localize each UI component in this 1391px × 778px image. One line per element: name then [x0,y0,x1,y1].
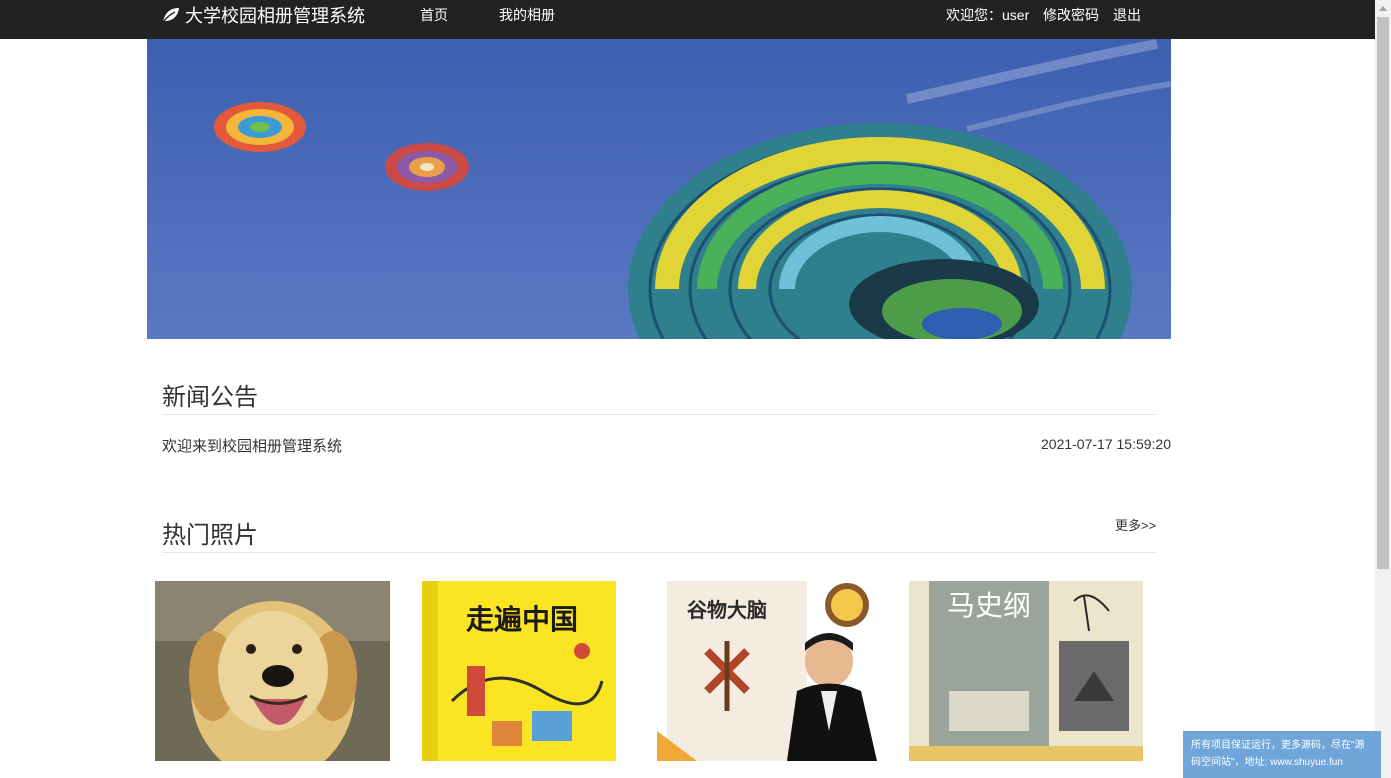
photo-book-2[interactable]: 谷物大脑 [657,581,885,761]
book-1-title: 走遍中国 [466,603,578,636]
hot-photos-section-title: 热门照片 [162,521,258,549]
photo-book-1[interactable]: 走遍中国 [422,581,616,761]
photo-dog[interactable] [155,581,390,761]
scroll-thumb[interactable] [1377,17,1389,569]
book-2-title: 谷物大脑 [687,598,767,622]
scroll-up-arrow-icon[interactable] [1375,0,1391,16]
nav-my-albums[interactable]: 我的相册 [499,0,555,30]
photo-book-3[interactable]: 马史纲 [909,581,1143,761]
nav-home[interactable]: 首页 [420,0,448,30]
logout-link[interactable]: 退出 [1113,0,1141,30]
news-item-title[interactable]: 欢迎来到校园相册管理系统 [162,435,342,456]
more-photos-link[interactable]: 更多>> [1115,515,1156,534]
brand-title: 大学校园相册管理系统 [185,6,365,26]
news-section-title: 新闻公告 [162,383,258,411]
change-password-link[interactable]: 修改密码 [1043,0,1099,30]
top-navbar: 大学校园相册管理系统 首页 我的相册 欢迎您：user 修改密码 退出 [0,0,1375,39]
scrollbar[interactable] [1375,0,1391,778]
news-divider [162,414,1156,415]
banner-image [147,39,1171,339]
book-3-title: 马史纲 [947,589,1031,622]
hot-photos-divider [162,552,1156,553]
small-balloon-2 [385,143,469,191]
brand[interactable]: 大学校园相册管理系统 [161,0,365,30]
leaf-icon [162,8,179,23]
news-item-date: 2021-07-17 15:59:20 [1041,436,1171,452]
small-balloon-1 [214,102,306,152]
source-notice: 所有项目保证运行，更多源码，尽在"源码空间站"，地址: www.shuyue.f… [1183,731,1381,778]
welcome-user: 欢迎您：user [946,7,1030,23]
